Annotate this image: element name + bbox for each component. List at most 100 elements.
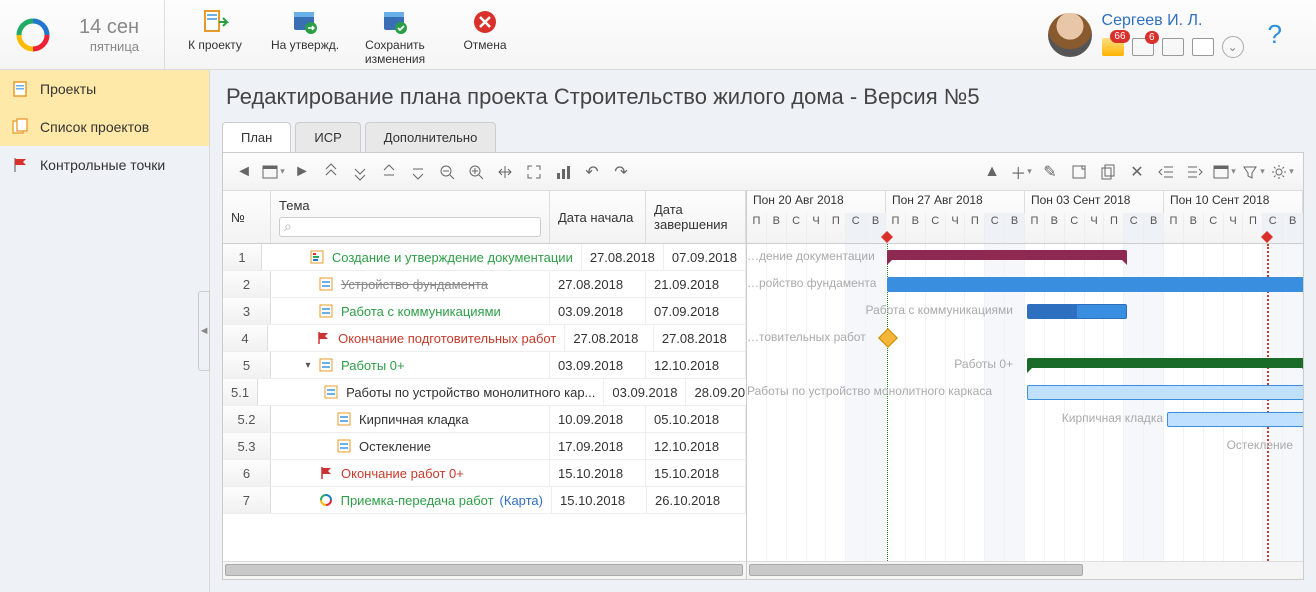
row-topic: Окончание подготовительных работ <box>268 325 565 351</box>
collapse-all-icon[interactable] <box>318 159 344 185</box>
day-header: С <box>926 213 946 243</box>
cancel-button[interactable]: Отмена <box>440 5 530 55</box>
delete-icon[interactable]: ✕ <box>1124 159 1150 185</box>
table-row[interactable]: 4Окончание подготовительных работ27.08.2… <box>223 325 746 352</box>
chart-icon[interactable] <box>550 159 576 185</box>
col-start[interactable]: Дата начала <box>550 191 646 243</box>
table-row[interactable]: 6Окончание работ 0+15.10.201815.10.2018 <box>223 460 746 487</box>
save-icon <box>352 7 438 37</box>
table-row[interactable]: 3Работа с коммуникациями03.09.201807.09.… <box>223 298 746 325</box>
table-row[interactable]: 5▾Работы 0+03.09.201812.10.2018 <box>223 352 746 379</box>
row-start: 03.09.2018 <box>550 298 646 324</box>
calendar-icon[interactable] <box>1192 38 1214 56</box>
to-approval-button[interactable]: На утвержд. <box>260 5 350 55</box>
indent-icon[interactable] <box>1182 159 1208 185</box>
mail-icon[interactable]: 66 <box>1102 38 1124 56</box>
row-topic: Приемка-передача работ (Карта) <box>271 487 552 513</box>
row-start: 17.09.2018 <box>550 433 646 459</box>
add-icon[interactable]: ＋ <box>1008 159 1034 185</box>
to-project-icon <box>172 7 258 37</box>
row-number: 5.2 <box>223 406 271 432</box>
user-name[interactable]: Сергеев И. Л. <box>1102 12 1244 30</box>
tasks-icon[interactable] <box>1162 38 1184 56</box>
sidebar-item-projects[interactable]: Проекты <box>0 70 209 108</box>
tab-extra[interactable]: Дополнительно <box>365 122 497 152</box>
expand-node-icon[interactable] <box>405 159 431 185</box>
critical-path-icon[interactable]: ▲ <box>979 159 1005 185</box>
sidebar-item-milestones[interactable]: Контрольные точки <box>0 146 209 184</box>
table-row[interactable]: 5.1Работы по устройство монолитного кар.… <box>223 379 746 406</box>
row-end: 27.08.2018 <box>654 325 746 351</box>
tab-wbs[interactable]: ИСР <box>295 122 360 152</box>
user-menu-chevron-icon[interactable]: ⌄ <box>1222 36 1244 58</box>
milestone-diamond[interactable] <box>878 328 898 348</box>
table-row[interactable]: 7Приемка-передача работ (Карта)15.10.201… <box>223 487 746 514</box>
col-number[interactable]: № <box>223 191 271 243</box>
avatar[interactable] <box>1048 13 1092 57</box>
zoom-in-icon[interactable] <box>463 159 489 185</box>
copy-icon[interactable] <box>1095 159 1121 185</box>
gantt-bar[interactable]: 50% <box>1027 304 1127 319</box>
zoom-out-icon[interactable] <box>434 159 460 185</box>
to-project-button[interactable]: К проекту <box>170 5 260 55</box>
day-header: Ч <box>1085 213 1105 243</box>
table-row[interactable]: 5.3Остекление17.09.201812.10.2018 <box>223 433 746 460</box>
day-header: П <box>826 213 846 243</box>
col-topic[interactable]: Тема <box>271 191 550 243</box>
notification-icon[interactable]: 6 <box>1132 38 1154 56</box>
help-button[interactable]: ? <box>1254 19 1296 50</box>
edit-icon[interactable]: ✎ <box>1037 159 1063 185</box>
row-end: 12.10.2018 <box>646 433 746 459</box>
collapse-node-icon[interactable] <box>376 159 402 185</box>
task-type-icon <box>337 412 353 426</box>
tabs: План ИСР Дополнительно <box>210 122 1316 152</box>
gantt-bar[interactable] <box>1027 358 1303 368</box>
note-icon[interactable] <box>1066 159 1092 185</box>
forward-icon[interactable]: ► <box>289 159 315 185</box>
gantt-hscroll[interactable] <box>747 561 1303 579</box>
sidebar-item-project-list[interactable]: Список проектов <box>0 108 209 146</box>
gantt-bar[interactable] <box>887 277 1303 292</box>
task-type-icon <box>337 439 353 453</box>
row-start: 27.08.2018 <box>565 325 654 351</box>
save-changes-button[interactable]: Сохранить изменения <box>350 5 440 69</box>
day-header: Ч <box>807 213 827 243</box>
date-weekday: пятница <box>69 39 139 54</box>
row-topic: Устройство фундамента <box>271 271 550 297</box>
day-header: С <box>787 213 807 243</box>
gantt-bar[interactable] <box>1167 412 1303 427</box>
date-block: 14 сен пятница <box>69 16 139 54</box>
search-input[interactable] <box>279 217 541 237</box>
outdent-icon[interactable] <box>1153 159 1179 185</box>
task-type-icon <box>319 466 335 480</box>
table-row[interactable]: 2Устройство фундамента27.08.201821.09.20… <box>223 271 746 298</box>
gantt-bar[interactable] <box>1027 385 1303 400</box>
redo-icon[interactable]: ↷ <box>608 159 634 185</box>
day-header: Ч <box>1224 213 1244 243</box>
row-end: 07.09.2018 <box>664 244 746 270</box>
expand-all-icon[interactable] <box>347 159 373 185</box>
day-header: В <box>1283 213 1303 243</box>
settings-icon[interactable] <box>1269 159 1295 185</box>
task-type-icon <box>319 277 335 291</box>
table-row[interactable]: 5.2Кирпичная кладка10.09.201805.10.2018 <box>223 406 746 433</box>
row-topic: Кирпичная кладка <box>271 406 550 432</box>
fullscreen-icon[interactable] <box>521 159 547 185</box>
projects-icon <box>12 80 30 98</box>
goto-date-icon[interactable] <box>260 159 286 185</box>
row-number: 6 <box>223 460 271 486</box>
back-icon[interactable]: ◄ <box>231 159 257 185</box>
grid-hscroll[interactable] <box>223 561 746 579</box>
sidebar-collapse-button[interactable]: ◄ <box>198 291 210 371</box>
calendar-tool-icon[interactable] <box>1211 159 1237 185</box>
filter-icon[interactable] <box>1240 159 1266 185</box>
undo-icon[interactable]: ↶ <box>579 159 605 185</box>
row-number: 7 <box>223 487 271 513</box>
col-end[interactable]: Дата завершения <box>646 191 746 243</box>
gantt-bar[interactable] <box>887 250 1127 260</box>
table-row[interactable]: 1Создание и утверждение документации27.0… <box>223 244 746 271</box>
page-title: Редактирование плана проекта Строительст… <box>210 70 1316 122</box>
day-header: П <box>965 213 985 243</box>
fit-icon[interactable] <box>492 159 518 185</box>
tab-plan[interactable]: План <box>222 122 291 152</box>
